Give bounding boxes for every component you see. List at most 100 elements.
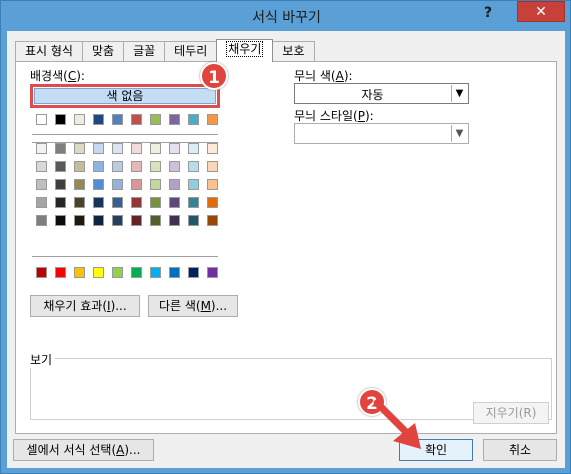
color-swatch[interactable] (36, 197, 47, 208)
clear-button[interactable]: 지우기(R) (473, 402, 549, 424)
color-swatch[interactable] (150, 179, 161, 190)
color-swatch[interactable] (169, 161, 180, 172)
color-swatch[interactable] (36, 114, 47, 125)
tab-border[interactable]: 테두리 (164, 41, 218, 61)
color-swatch[interactable] (188, 197, 199, 208)
color-swatch[interactable] (207, 215, 218, 226)
color-swatch[interactable] (131, 114, 142, 125)
color-swatch[interactable] (36, 143, 47, 154)
color-swatch[interactable] (93, 179, 104, 190)
fill-effects-button[interactable]: 채우기 효과(I)... (30, 295, 140, 317)
color-swatch[interactable] (74, 197, 85, 208)
tab-number-format[interactable]: 표시 형식 (15, 41, 83, 61)
color-swatch[interactable] (131, 143, 142, 154)
color-swatch[interactable] (112, 143, 123, 154)
preview-label: 보기 (30, 351, 56, 368)
pattern-style-label: 무늬 스타일(P): (294, 109, 374, 123)
tab-protection[interactable]: 보호 (272, 41, 315, 61)
no-color-button[interactable]: 색 없음 (34, 88, 216, 104)
color-swatch[interactable] (55, 161, 66, 172)
color-swatch[interactable] (36, 215, 47, 226)
color-swatch[interactable] (36, 267, 47, 278)
color-swatch[interactable] (55, 197, 66, 208)
color-swatch[interactable] (150, 215, 161, 226)
color-swatch[interactable] (74, 267, 85, 278)
color-swatch[interactable] (188, 215, 199, 226)
choose-format-from-cell-button[interactable]: 셀에서 서식 선택(A)... (13, 439, 154, 461)
no-color-highlight: 색 없음 (30, 84, 220, 108)
color-swatch[interactable] (150, 267, 161, 278)
color-swatch[interactable] (55, 143, 66, 154)
color-swatch[interactable] (74, 179, 85, 190)
color-swatch[interactable] (112, 161, 123, 172)
color-swatch[interactable] (112, 267, 123, 278)
color-swatch[interactable] (169, 143, 180, 154)
color-swatch[interactable] (131, 161, 142, 172)
color-swatch[interactable] (74, 215, 85, 226)
palette-divider (32, 256, 218, 257)
tab-fill[interactable]: 채우기 (216, 39, 274, 62)
color-swatch[interactable] (188, 114, 199, 125)
color-swatch[interactable] (93, 215, 104, 226)
color-swatch[interactable] (169, 215, 180, 226)
color-swatch[interactable] (93, 161, 104, 172)
color-swatch[interactable] (207, 143, 218, 154)
chevron-down-icon: ▼ (451, 85, 467, 102)
arrow-icon (373, 399, 421, 449)
color-swatch[interactable] (93, 114, 104, 125)
color-swatch[interactable] (131, 267, 142, 278)
color-swatch[interactable] (112, 179, 123, 190)
color-swatch[interactable] (131, 179, 142, 190)
more-colors-button[interactable]: 다른 색(M)... (148, 295, 238, 317)
color-swatch[interactable] (131, 197, 142, 208)
color-swatch[interactable] (112, 197, 123, 208)
color-swatch[interactable] (207, 114, 218, 125)
color-swatch[interactable] (93, 267, 104, 278)
color-swatch[interactable] (55, 114, 66, 125)
color-swatch[interactable] (55, 215, 66, 226)
color-swatch[interactable] (150, 114, 161, 125)
color-swatch[interactable] (169, 114, 180, 125)
color-swatch[interactable] (150, 161, 161, 172)
tab-alignment[interactable]: 맞춤 (81, 41, 125, 61)
color-swatch[interactable] (169, 267, 180, 278)
color-swatch[interactable] (188, 161, 199, 172)
color-swatch[interactable] (169, 179, 180, 190)
color-swatch[interactable] (188, 143, 199, 154)
color-swatch[interactable] (169, 197, 180, 208)
color-swatch[interactable] (36, 179, 47, 190)
color-swatch[interactable] (207, 161, 218, 172)
color-swatch[interactable] (74, 143, 85, 154)
color-swatch[interactable] (55, 267, 66, 278)
color-swatch[interactable] (93, 143, 104, 154)
color-swatch[interactable] (36, 161, 47, 172)
color-swatch[interactable] (207, 267, 218, 278)
color-swatch[interactable] (150, 143, 161, 154)
close-button[interactable]: ✕ (517, 1, 565, 22)
step-1-badge: 1 (200, 62, 228, 90)
color-swatch[interactable] (74, 114, 85, 125)
color-swatch[interactable] (207, 197, 218, 208)
color-swatch[interactable] (188, 179, 199, 190)
pattern-color-label: 무늬 색(A): (294, 69, 353, 83)
color-swatch[interactable] (150, 197, 161, 208)
fill-panel: 배경색(C): 색 없음 채우기 효과(I)... 다른 색(M)... 무늬 … (15, 61, 557, 434)
pattern-color-select[interactable]: 자동 ▼ (294, 83, 469, 104)
color-swatch[interactable] (131, 215, 142, 226)
color-swatch[interactable] (55, 179, 66, 190)
title-bar: 서식 바꾸기 ? ✕ (1, 1, 571, 31)
cancel-button[interactable]: 취소 (483, 439, 557, 461)
color-swatch[interactable] (112, 215, 123, 226)
color-swatch[interactable] (112, 114, 123, 125)
tab-font[interactable]: 글꼴 (123, 41, 166, 61)
palette-divider (32, 134, 218, 135)
pattern-style-select[interactable]: ▼ (294, 123, 469, 144)
chevron-down-icon: ▼ (451, 125, 467, 142)
color-swatch[interactable] (207, 179, 218, 190)
tab-strip: 표시 형식 맞춤 글꼴 테두리 채우기 보호 (15, 39, 315, 62)
color-swatch[interactable] (188, 267, 199, 278)
color-swatch[interactable] (74, 161, 85, 172)
pattern-color-value: 자동 (361, 88, 384, 102)
help-button[interactable]: ? (477, 5, 499, 25)
color-swatch[interactable] (93, 197, 104, 208)
